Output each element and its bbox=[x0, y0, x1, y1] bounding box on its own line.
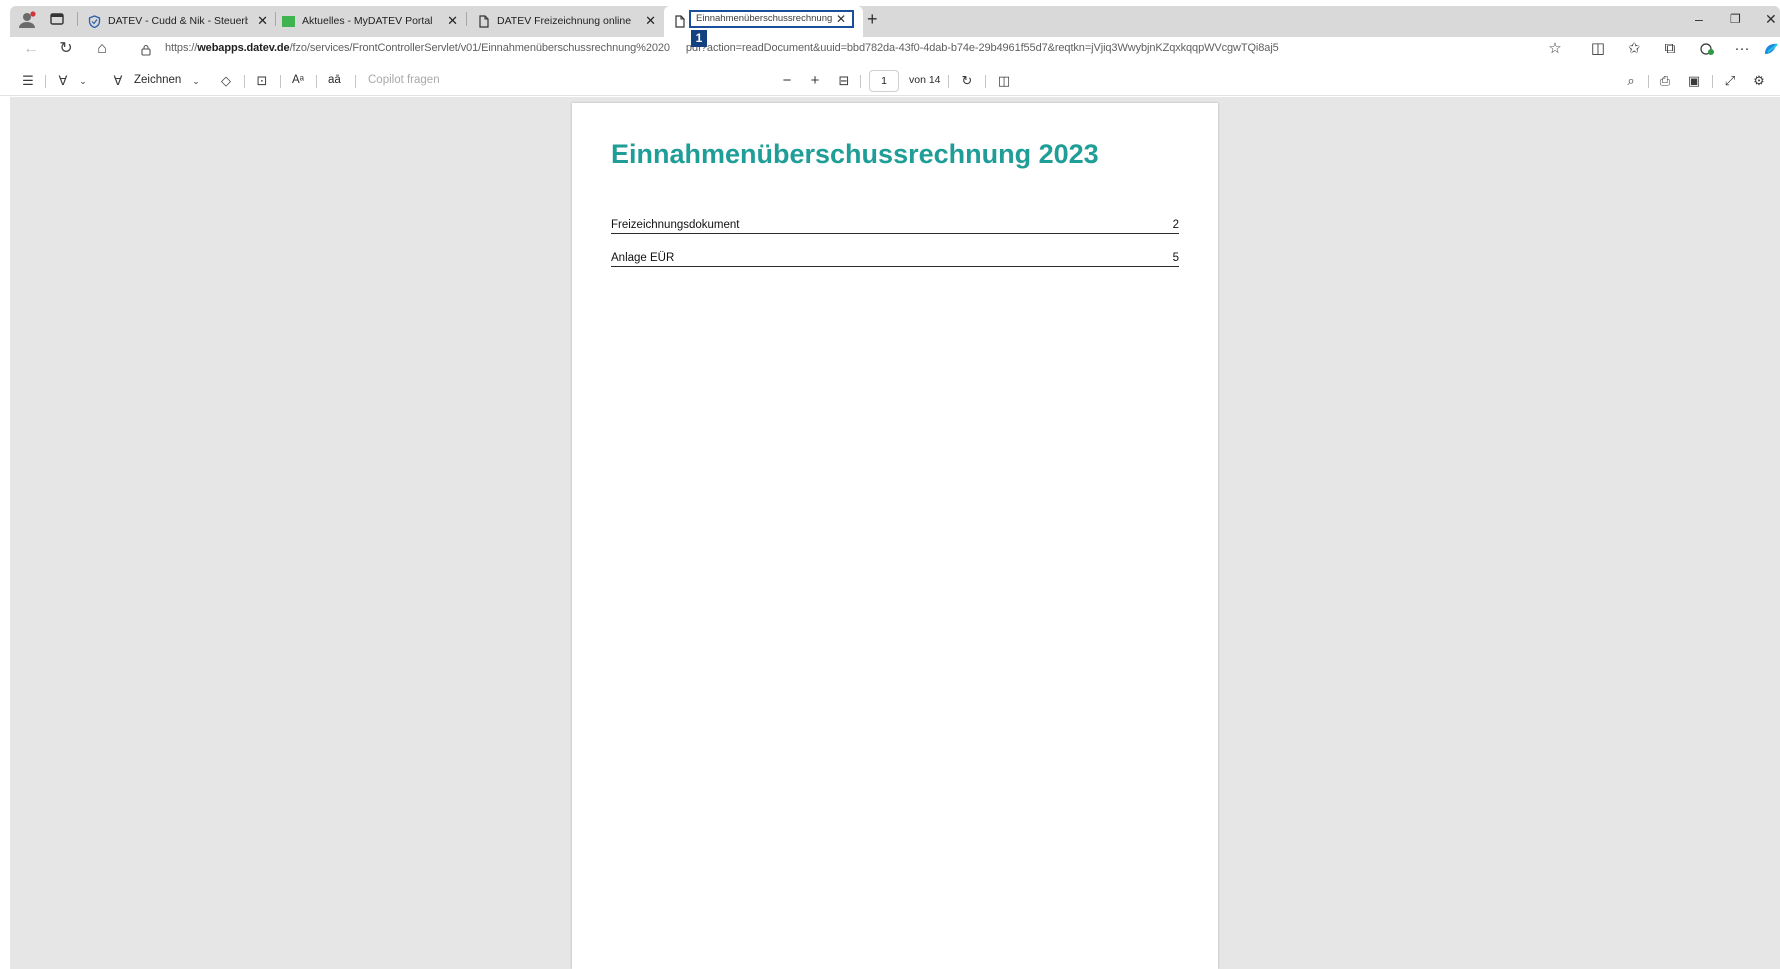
close-icon[interactable]: ✕ bbox=[836, 12, 846, 26]
zoom-out-button[interactable]: − bbox=[780, 73, 794, 89]
chevron-down-icon[interactable]: ⌄ bbox=[191, 73, 201, 89]
tab-divider bbox=[77, 12, 78, 26]
toolbar-divider bbox=[1712, 75, 1713, 88]
tab-title: DATEV - Cudd & Nik - Steuerber bbox=[108, 15, 248, 27]
save-icon[interactable]: ▣ bbox=[1686, 73, 1702, 89]
toolbar-divider bbox=[280, 75, 281, 88]
copilot-prompt-button[interactable]: Copilot fragen bbox=[368, 74, 440, 86]
text-box-icon[interactable]: ⊡ bbox=[254, 73, 270, 89]
close-window-button[interactable]: ✕ bbox=[1765, 9, 1777, 29]
document-icon bbox=[477, 14, 490, 28]
restore-button[interactable]: ❐ bbox=[1730, 9, 1741, 29]
contents-list-icon[interactable]: ☰ bbox=[20, 73, 36, 89]
lock-icon[interactable] bbox=[140, 43, 152, 56]
toc-entry-label: Anlage EÜR bbox=[611, 252, 677, 264]
tab-datev-steuerberater[interactable]: DATEV - Cudd & Nik - Steuerber ✕ bbox=[88, 8, 274, 34]
toolbar-divider bbox=[985, 75, 986, 88]
translate-button[interactable]: aā bbox=[328, 74, 341, 86]
toc-entry-anlage-eur[interactable]: Anlage EÜR 5 bbox=[611, 252, 1179, 267]
document-icon bbox=[673, 15, 686, 28]
page-view-icon[interactable]: ◫ bbox=[996, 73, 1012, 89]
favorites-list-icon[interactable]: ✩ bbox=[1625, 40, 1643, 58]
close-icon[interactable]: ✕ bbox=[645, 13, 656, 29]
tab-strip: DATEV - Cudd & Nik - Steuerber ✕ Aktuell… bbox=[0, 0, 1780, 37]
active-tab-title-highlight[interactable]: Einnahmenüberschussrechnung ✕ bbox=[689, 10, 854, 28]
tab-divider bbox=[466, 12, 467, 26]
favorite-star-icon[interactable]: ☆ bbox=[1546, 40, 1564, 58]
back-arrow-icon[interactable]: ← bbox=[22, 40, 40, 58]
collections-icon[interactable]: ⧉ bbox=[1661, 40, 1679, 58]
settings-gear-icon[interactable]: ⚙ bbox=[1751, 73, 1767, 89]
tab-divider bbox=[275, 12, 276, 26]
url-prefix: https:// bbox=[165, 42, 198, 54]
highlight-icon[interactable]: ∀ bbox=[55, 73, 71, 89]
toolbar-divider bbox=[45, 75, 46, 88]
url-text[interactable]: https://webapps.datev.de/fzo/services/Fr… bbox=[165, 42, 1279, 54]
pdf-toolbar: ☰ ∀ ⌄ ∀ Zeichnen ⌄ ◇ ⊡ Aᵃ aā Copilot fra… bbox=[0, 66, 1780, 96]
toc-entry-page: 5 bbox=[1170, 252, 1179, 264]
toolbar-divider bbox=[1648, 75, 1649, 88]
eraser-icon[interactable]: ◇ bbox=[218, 73, 234, 89]
toolbar-divider bbox=[948, 75, 949, 88]
more-options-icon[interactable]: ··· bbox=[1733, 40, 1751, 58]
toc-entry-page: 2 bbox=[1170, 219, 1179, 231]
read-aloud-button[interactable]: Aᵃ bbox=[292, 74, 304, 86]
split-screen-icon[interactable]: ◫ bbox=[1589, 40, 1607, 58]
close-icon[interactable]: ✕ bbox=[447, 13, 458, 29]
toolbar-divider bbox=[355, 75, 356, 88]
toolbar-divider bbox=[244, 75, 245, 88]
page-total-label: von 14 bbox=[909, 74, 941, 86]
close-icon[interactable]: ✕ bbox=[257, 13, 268, 29]
search-icon[interactable]: ⌕ bbox=[1623, 73, 1639, 89]
chevron-down-icon[interactable]: ⌄ bbox=[78, 73, 88, 89]
tab-title: DATEV Freizeichnung online bbox=[497, 15, 632, 27]
profile-icon[interactable] bbox=[18, 11, 36, 29]
document-title: Einnahmenüberschussrechnung 2023 bbox=[611, 139, 1099, 169]
tab-actions-icon[interactable] bbox=[49, 11, 65, 27]
minimize-button[interactable]: – bbox=[1695, 9, 1703, 29]
address-row: ← ↻ ⌂ https://webapps.datev.de/fzo/servi… bbox=[0, 37, 1780, 61]
shield-icon bbox=[88, 14, 101, 28]
tab-mydatev-portal[interactable]: Aktuelles - MyDATEV Portal ✕ bbox=[282, 8, 464, 34]
url-path: /fzo/services/FrontControllerServlet/v01… bbox=[289, 42, 670, 54]
annotation-marker: 1 bbox=[691, 30, 707, 47]
toolbar-divider bbox=[316, 75, 317, 88]
print-icon[interactable]: ⎙ bbox=[1657, 73, 1673, 89]
draw-icon[interactable]: ∀ bbox=[110, 73, 126, 89]
rotate-icon[interactable]: ↻ bbox=[959, 73, 975, 89]
tab-title: Einnahmenüberschussrechnung bbox=[696, 13, 833, 24]
fullscreen-icon[interactable]: ⤢ bbox=[1722, 73, 1738, 89]
page-number-input[interactable]: 1 bbox=[869, 70, 899, 92]
url-domain: webapps.datev.de bbox=[197, 42, 290, 54]
toolbar-divider bbox=[860, 75, 861, 88]
toc-entry-label: Freizeichnungsdokument bbox=[611, 219, 742, 231]
url-query: pdf?action=readDocument&uuid=bbd782da-43… bbox=[685, 42, 1279, 54]
home-icon[interactable]: ⌂ bbox=[93, 40, 111, 58]
toc-entry-freizeichnungsdokument[interactable]: Freizeichnungsdokument 2 bbox=[611, 219, 1179, 234]
tab-title: Aktuelles - MyDATEV Portal bbox=[302, 15, 433, 27]
tab-freizeichnung-online[interactable]: DATEV Freizeichnung online ✕ bbox=[477, 8, 662, 34]
green-square-icon bbox=[282, 15, 295, 28]
zoom-in-button[interactable]: + bbox=[808, 73, 822, 89]
draw-button-label[interactable]: Zeichnen bbox=[134, 74, 181, 86]
pdf-page: Einnahmenüberschussrechnung 2023 Freizei… bbox=[572, 103, 1218, 969]
new-tab-button[interactable]: + bbox=[867, 9, 878, 29]
extension-icon[interactable] bbox=[1698, 40, 1716, 58]
fit-width-icon[interactable]: ⊟ bbox=[836, 73, 852, 89]
copilot-icon[interactable] bbox=[1762, 40, 1780, 58]
refresh-icon[interactable]: ↻ bbox=[57, 40, 75, 58]
